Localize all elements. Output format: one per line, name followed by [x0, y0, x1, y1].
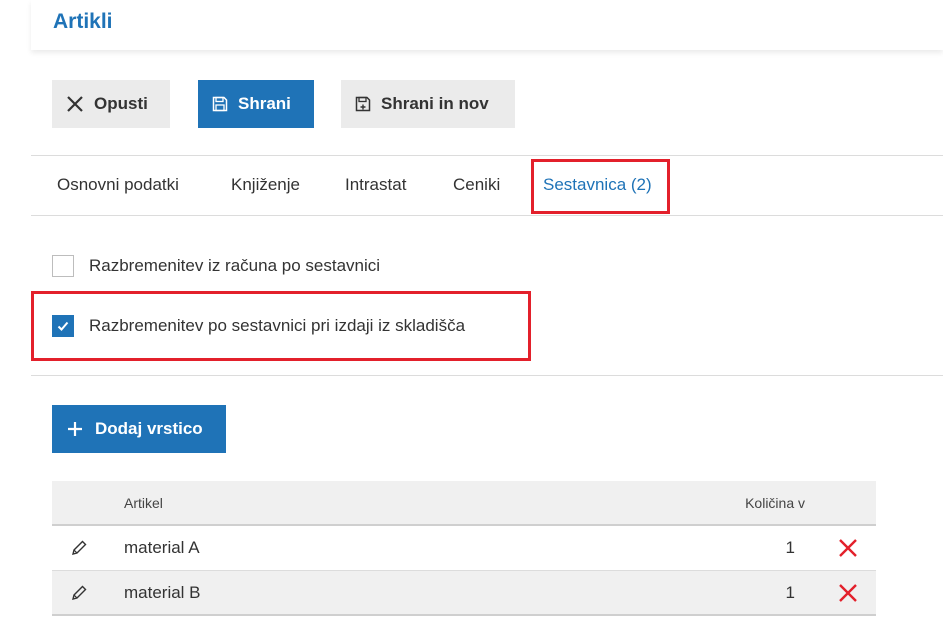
row-article-name: material B [124, 583, 201, 602]
cancel-button-label: Opusti [94, 94, 148, 113]
invoice-deduction-checkbox[interactable] [52, 255, 74, 277]
table-header: Artikel Količina v [52, 481, 876, 526]
components-table: Artikel Količina v material A 1 material… [52, 481, 876, 616]
table-row: material A 1 [52, 526, 876, 571]
tab-posting[interactable]: Knjiženje [231, 175, 300, 195]
save-button[interactable]: Shrani [198, 80, 314, 128]
add-row-button[interactable]: Dodaj vrstico [52, 405, 226, 453]
row-quantity: 1 [785, 583, 795, 602]
save-and-new-button[interactable]: Shrani in nov [341, 80, 515, 128]
column-header-quantity[interactable]: Količina v [745, 495, 805, 511]
tab-basic-data[interactable]: Osnovni podatki [57, 175, 179, 195]
section-divider [31, 375, 943, 376]
page-header: Artikli [31, 0, 943, 50]
option-invoice-deduction: Razbremenitev iz računa po sestavnici [52, 255, 380, 277]
plus-icon [68, 422, 82, 436]
delete-x-icon[interactable] [838, 583, 858, 603]
delete-x-icon[interactable] [838, 538, 858, 558]
column-header-article[interactable]: Artikel [124, 495, 163, 511]
save-and-new-button-label: Shrani in nov [381, 94, 489, 113]
pencil-icon[interactable] [70, 584, 88, 602]
option-highlight-box [31, 291, 531, 361]
tab-bar: Osnovni podatki Knjiženje Intrastat Ceni… [31, 156, 943, 216]
table-row: material B 1 [52, 571, 876, 616]
tab-intrastat[interactable]: Intrastat [345, 175, 406, 195]
row-article-name: material A [124, 538, 200, 557]
row-quantity: 1 [785, 538, 795, 557]
floppy-disk-plus-icon [355, 96, 371, 112]
tab-price-lists[interactable]: Ceniki [453, 175, 500, 195]
close-icon [67, 96, 83, 112]
invoice-deduction-label: Razbremenitev iz računa po sestavnici [89, 256, 381, 275]
tab-highlight-box [531, 159, 670, 214]
floppy-disk-icon [212, 96, 228, 112]
cancel-button[interactable]: Opusti [52, 80, 170, 128]
pencil-icon[interactable] [70, 539, 88, 557]
page-title: Artikli [53, 10, 113, 33]
save-button-label: Shrani [238, 94, 291, 113]
add-row-label: Dodaj vrstico [95, 419, 203, 438]
